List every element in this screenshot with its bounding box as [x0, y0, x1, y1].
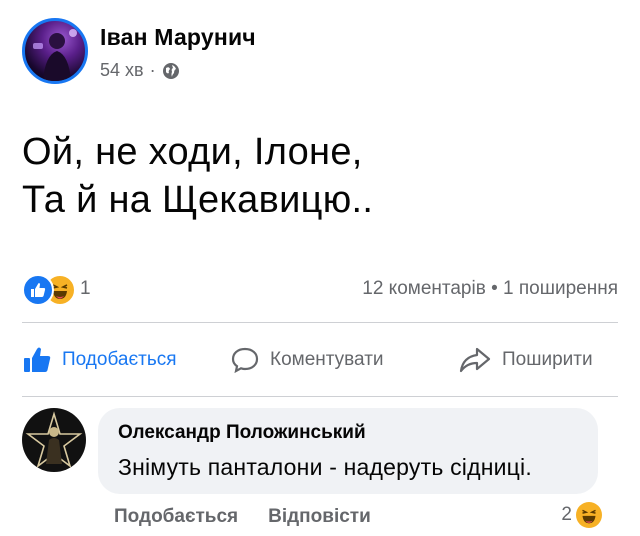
post-text-line: Та й на Щекавицю..	[22, 179, 374, 221]
comment-reaction-count: 2	[561, 504, 572, 525]
thumbs-up-icon	[24, 347, 51, 372]
commenter-avatar[interactable]	[22, 408, 86, 472]
comment-like-link[interactable]: Подобається	[114, 506, 238, 528]
post-header: Іван Марунич 54 хв ·	[22, 18, 622, 88]
post-time[interactable]: 54 хв	[100, 60, 144, 81]
post-text: Ой, не ходи, Ілоне, Та й на Щекавицю..	[22, 128, 373, 224]
comment-icon	[231, 347, 259, 374]
comment-actions: Подобається Відповісти	[114, 506, 371, 528]
post-author-name[interactable]: Іван Марунич	[100, 24, 256, 51]
like-reaction-icon	[22, 274, 54, 306]
share-button[interactable]: Поширити	[458, 334, 593, 386]
reactions-summary: 1 12 коментарів • 1 поширення	[22, 272, 618, 306]
post-action-bar: Подобається Коментувати Поширити	[22, 334, 618, 386]
comments-shares-stats[interactable]: 12 коментарів • 1 поширення	[362, 278, 618, 300]
post-text-line: Ой, не ходи, Ілоне,	[22, 131, 363, 173]
author-avatar[interactable]	[22, 18, 88, 84]
divider	[22, 322, 618, 323]
commenter-name[interactable]: Олександр Положинський	[118, 422, 366, 444]
post-meta: 54 хв ·	[100, 60, 180, 81]
comment-bubble: Олександр Положинський Знімуть панталони…	[98, 408, 598, 494]
reaction-count[interactable]: 1	[80, 278, 91, 300]
share-icon	[459, 347, 491, 373]
share-button-label: Поширити	[502, 349, 593, 370]
reaction-icons[interactable]	[22, 274, 78, 306]
comment-reactions[interactable]: 2	[561, 502, 602, 528]
haha-reaction-icon	[576, 502, 602, 528]
comment-reply-link[interactable]: Відповісти	[268, 506, 371, 528]
comment-text: Знімуть панталони - надеруть сідниці.	[118, 454, 532, 480]
divider	[22, 396, 618, 397]
like-button-label: Подобається	[62, 349, 177, 370]
comment-button[interactable]: Коментувати	[230, 334, 384, 386]
comment-button-label: Коментувати	[270, 349, 384, 370]
like-button[interactable]: Подобається	[22, 334, 177, 386]
globe-icon	[162, 62, 180, 80]
meta-separator: ·	[149, 60, 156, 80]
